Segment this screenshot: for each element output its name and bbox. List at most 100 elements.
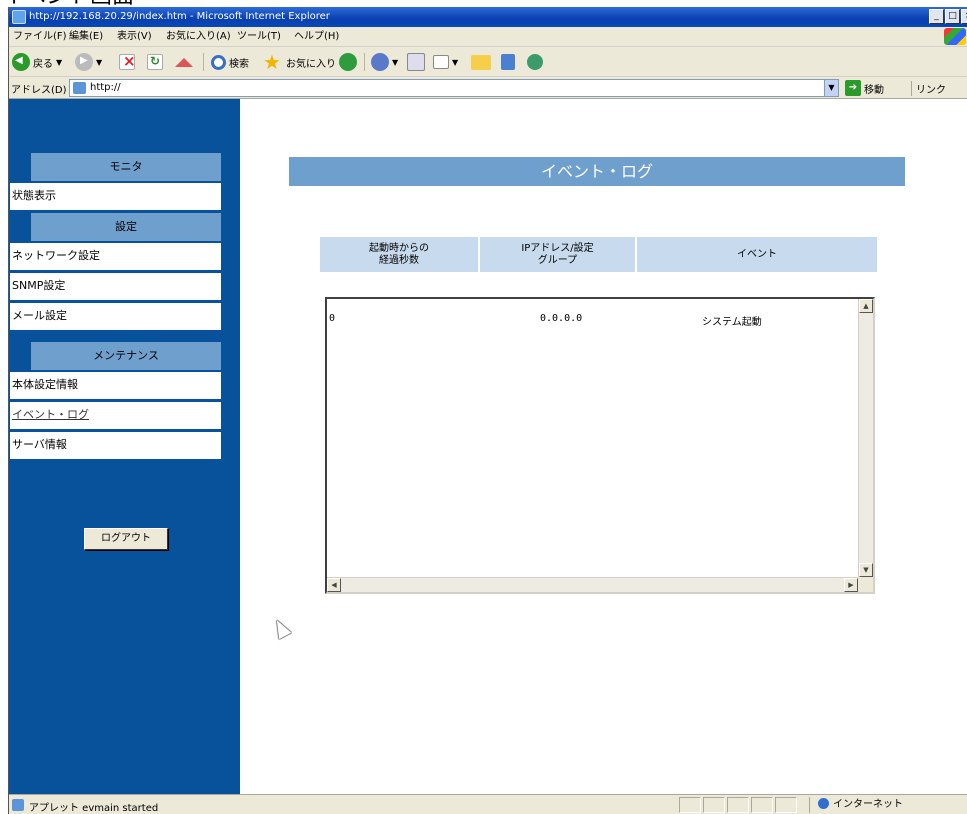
- links-button[interactable]: リンク: [911, 81, 946, 96]
- log-seconds: 0: [329, 313, 336, 324]
- sidebar-item-label: 本体設定情報: [12, 378, 78, 391]
- status-text: アプレット evmain started: [29, 803, 159, 814]
- sidebar-item-label: SNMP設定: [12, 279, 66, 292]
- print-icon: [407, 53, 425, 71]
- go-label: 移動: [864, 84, 884, 96]
- sidebar: モニタ 状態表示 設定 ネットワーク設定 SNMP設定 メール設定 メンテナンス…: [9, 99, 240, 794]
- forward-dropdown-icon: ▼: [96, 57, 103, 67]
- mail-dropdown-icon: ▼: [392, 57, 399, 67]
- stop-button[interactable]: [119, 51, 138, 73]
- refresh-button[interactable]: [147, 51, 166, 73]
- media-button[interactable]: [339, 51, 360, 73]
- research-icon: [527, 54, 543, 70]
- scrollbar-corner: [858, 577, 873, 592]
- sidebar-header-settings: 設定: [31, 213, 221, 241]
- mail-button[interactable]: ▼: [371, 51, 398, 73]
- globe-icon: [818, 798, 829, 809]
- status-pane: [703, 797, 725, 813]
- scroll-up-icon[interactable]: ▲: [859, 299, 873, 313]
- sidebar-item-server-info[interactable]: サーバ情報: [10, 432, 221, 460]
- page-icon: [73, 82, 86, 94]
- sidebar-item-snmp[interactable]: SNMP設定: [10, 273, 221, 301]
- scroll-down-icon[interactable]: ▼: [859, 563, 873, 577]
- browser-window: http://192.168.20.29/index.htm - Microso…: [8, 7, 967, 814]
- sidebar-item-device-info[interactable]: 本体設定情報: [10, 372, 221, 400]
- go-arrow-icon: ➔: [845, 80, 861, 96]
- log-ip: 0.0.0.0: [540, 313, 583, 324]
- sidebar-item-network[interactable]: ネットワーク設定: [10, 243, 221, 271]
- forward-arrow-icon: [75, 53, 93, 71]
- home-button[interactable]: [175, 51, 196, 73]
- applet-icon: [12, 799, 24, 811]
- edit-dropdown-icon: ▼: [452, 57, 459, 67]
- column-header-seconds: 起動時からの 経過秒数: [320, 237, 478, 272]
- messenger-icon: [501, 54, 515, 70]
- menu-view[interactable]: 表示(V): [117, 30, 152, 43]
- scroll-right-icon[interactable]: ▶: [844, 578, 858, 592]
- close-button[interactable]: ×: [961, 9, 967, 24]
- status-pane: [775, 797, 797, 813]
- messenger-button[interactable]: [501, 51, 518, 73]
- print-button[interactable]: [407, 51, 428, 73]
- go-button[interactable]: ➔ 移動: [845, 80, 884, 96]
- home-icon: [175, 57, 193, 67]
- sidebar-item-status[interactable]: 状態表示: [10, 183, 221, 211]
- sidebar-header-monitor: モニタ: [31, 153, 221, 181]
- address-dropdown-icon[interactable]: ▼: [824, 80, 838, 96]
- window-title: http://192.168.20.29/index.htm - Microso…: [29, 11, 330, 22]
- column-header-ip: IPアドレス/設定 グループ: [480, 237, 635, 272]
- column-header-event: イベント: [637, 237, 877, 272]
- folder-button[interactable]: [471, 51, 494, 73]
- folder-icon: [471, 54, 491, 70]
- page-title: イベント・ログ: [289, 157, 905, 186]
- menu-tools[interactable]: ツール(T): [237, 30, 281, 43]
- page-content: モニタ 状態表示 設定 ネットワーク設定 SNMP設定 メール設定 メンテナンス…: [9, 99, 967, 794]
- event-log-list[interactable]: 0 0.0.0.0 システム起動 ▲ ▼ ◀ ▶: [325, 297, 875, 594]
- sidebar-item-label: 状態表示: [12, 189, 56, 202]
- sidebar-item-mail[interactable]: メール設定: [10, 303, 221, 331]
- windows-logo-icon: [944, 28, 966, 45]
- favorites-button[interactable]: ★ お気に入り: [263, 51, 336, 73]
- mouse-pointer-icon: [270, 616, 292, 640]
- refresh-icon: [147, 54, 163, 70]
- ie-icon: [12, 10, 26, 24]
- sidebar-item-label: ネットワーク設定: [12, 249, 100, 262]
- zone-label: インターネット: [833, 799, 903, 810]
- address-input[interactable]: http:// ▼: [69, 79, 839, 97]
- maximize-button[interactable]: □: [945, 9, 960, 24]
- column-headers: 起動時からの 経過秒数 IPアドレス/設定 グループ イベント: [320, 237, 877, 272]
- list-item: 0 0.0.0.0 システム起動: [327, 313, 847, 329]
- minimize-button[interactable]: _: [929, 9, 944, 24]
- menu-file[interactable]: ファイル(F): [13, 30, 67, 43]
- scroll-left-icon[interactable]: ◀: [327, 578, 341, 592]
- sidebar-item-label: サーバ情報: [12, 438, 67, 451]
- security-zone: インターネット: [809, 797, 967, 813]
- toolbar-separator: [203, 53, 204, 71]
- status-pane: [727, 797, 749, 813]
- search-label: 検索: [229, 58, 249, 70]
- log-event: システム起動: [702, 317, 762, 328]
- toolbar: 戻る ▼ ▼ 検索 ★ お気に入り ▼: [9, 47, 967, 77]
- status-bar: アプレット evmain started インターネット: [9, 794, 967, 814]
- mail-icon: [371, 53, 389, 71]
- back-button[interactable]: 戻る ▼: [12, 51, 62, 73]
- logout-button[interactable]: ログアウト: [84, 528, 168, 550]
- search-button[interactable]: 検索: [211, 51, 249, 73]
- edit-button[interactable]: ▼: [433, 51, 458, 73]
- vertical-scrollbar[interactable]: ▲ ▼: [858, 299, 873, 577]
- address-url: http://: [90, 82, 121, 93]
- menu-help[interactable]: ヘルプ(H): [294, 30, 339, 43]
- forward-button[interactable]: ▼: [75, 51, 102, 73]
- sidebar-item-event-log[interactable]: イベント・ログ: [10, 402, 221, 430]
- screen: イベント画面 http://192.168.20.29/index.htm - …: [0, 0, 967, 814]
- window-controls: _ □ ×: [929, 9, 967, 24]
- horizontal-scrollbar[interactable]: ◀ ▶: [327, 577, 858, 592]
- address-label: アドレス(D): [11, 85, 67, 96]
- status-pane: [751, 797, 773, 813]
- back-label: 戻る: [33, 58, 53, 70]
- research-button[interactable]: [527, 51, 546, 73]
- back-arrow-icon: [12, 53, 30, 71]
- menu-edit[interactable]: 編集(E): [69, 30, 103, 43]
- menu-favorites[interactable]: お気に入り(A): [166, 30, 231, 43]
- sidebar-header-maintenance: メンテナンス: [31, 342, 221, 370]
